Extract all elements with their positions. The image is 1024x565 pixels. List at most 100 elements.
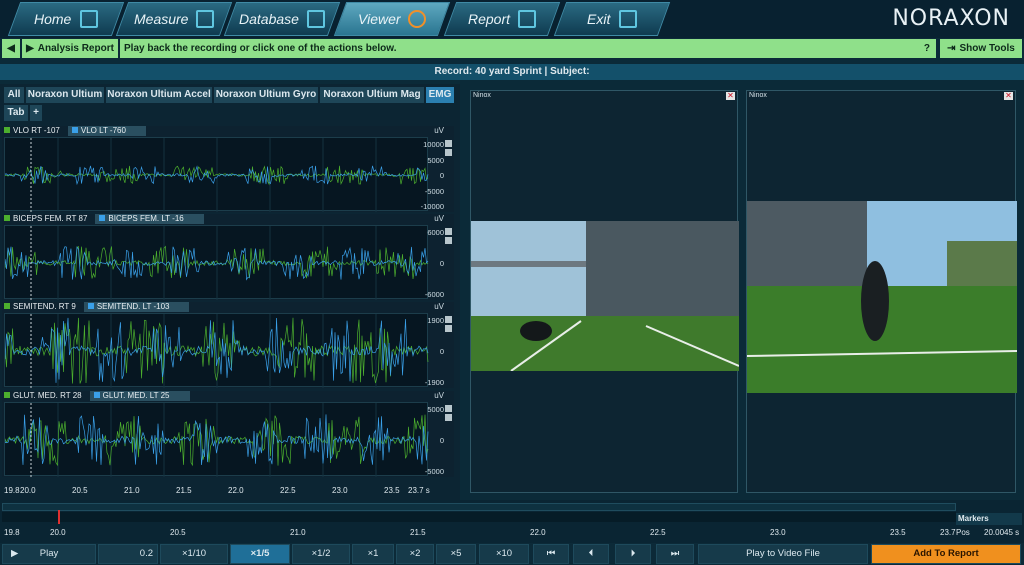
lt-channel-chip: VLO LT -760	[67, 126, 146, 136]
nav-tab-label: Home	[34, 11, 72, 27]
emg-panel: All Noraxon Ultium Noraxon Ultium Accel …	[0, 84, 460, 500]
close-icon[interactable]: ✕	[726, 92, 735, 100]
tab-ultium-accel[interactable]: Noraxon Ultium Accel	[106, 87, 212, 103]
y-tick-label: -6000	[424, 290, 444, 299]
x-tick-label: 21.0	[124, 486, 140, 495]
play-button[interactable]: ▶ Play	[2, 544, 96, 564]
x-tick-label: 23.0	[332, 486, 348, 495]
channel-unit: uV	[434, 126, 444, 135]
rt-color-icon	[4, 127, 10, 133]
zoom-out-icon[interactable]	[445, 237, 452, 244]
timeline-labels: 19.8 20.0 20.5 21.0 21.5 22.0 22.5 23.0 23.5 23.7	[0, 528, 960, 540]
channel-header: VLO RT -107 VLO LT -760	[2, 126, 146, 136]
step-forward-icon: ⏵	[630, 548, 636, 559]
speed-button[interactable]: ×1/5	[230, 544, 290, 564]
lt-channel-chip: GLUT. MED. LT 25	[89, 391, 190, 401]
emg-plot[interactable]	[4, 225, 429, 300]
emg-trace-svg	[5, 226, 429, 300]
action-bar: ◀ ▶ Analysis Report Play back the recordi…	[0, 39, 1024, 59]
step-back-button[interactable]: ⏴	[573, 544, 609, 564]
show-tools-label: Show Tools	[959, 43, 1015, 54]
nav-tab-home[interactable]: Home	[7, 2, 125, 36]
emg-plot[interactable]	[4, 313, 429, 388]
analysis-report-button[interactable]: ▶ Analysis Report	[22, 39, 118, 58]
speed-button[interactable]: ×5	[436, 544, 476, 564]
chevron-left-icon: ◀	[7, 43, 15, 54]
lt-color-icon	[71, 127, 78, 133]
lt-channel-value: 25	[160, 391, 170, 400]
timeline-tick-label: 19.8	[4, 528, 20, 537]
step-back-icon: ⏴	[588, 548, 594, 559]
step-forward-button[interactable]: ⏵	[615, 544, 651, 564]
nav-tab-measure[interactable]: Measure	[115, 2, 233, 36]
zoom-in-icon[interactable]	[445, 228, 452, 235]
nav-tab-exit[interactable]: Exit	[553, 2, 671, 36]
analysis-report-label: Analysis Report	[37, 43, 114, 54]
zoom-out-icon[interactable]	[445, 325, 452, 332]
zoom-out-icon[interactable]	[445, 414, 452, 421]
help-icon[interactable]: ?	[924, 43, 930, 54]
speed-button[interactable]: ×1/2	[292, 544, 350, 564]
rt-color-icon	[4, 392, 10, 398]
emg-plot[interactable]	[4, 402, 429, 477]
x-tick-label: 22.0	[228, 486, 244, 495]
add-to-report-button[interactable]: Add To Report	[871, 544, 1021, 564]
timeline-tick-label: 22.0	[530, 528, 546, 537]
play-icon: ▶	[11, 548, 19, 559]
zoom-in-icon[interactable]	[445, 405, 452, 412]
pos-label: Pos	[956, 528, 970, 537]
lt-channel-chip: SEMITEND. LT -103	[83, 302, 190, 312]
video-panel-1: Ninox ✕	[470, 90, 739, 493]
y-tick-label: -5000	[424, 186, 444, 196]
playhead-marker[interactable]	[58, 510, 60, 524]
channel-unit: uV	[434, 391, 444, 400]
timeline-tick-label: 23.5	[890, 528, 906, 537]
add-tab-button[interactable]: +	[30, 105, 42, 121]
lt-color-icon	[87, 303, 94, 309]
skip-to-start-button[interactable]: ⏮	[533, 544, 569, 564]
zoom-in-icon[interactable]	[445, 316, 452, 323]
skip-to-end-button[interactable]: ⏭	[656, 544, 694, 564]
emg-channel-panel: BICEPS FEM. RT 87 BICEPS FEM. LT -16 uV 600…	[2, 214, 454, 300]
video-title: Ninox	[473, 92, 491, 99]
show-tools-button[interactable]: ⇥ Show Tools	[940, 39, 1022, 58]
top-navigation: Home Measure Database Viewer Report Exit…	[0, 0, 1024, 38]
speed-button[interactable]: ×1	[352, 544, 394, 564]
tab-emg[interactable]: EMG	[426, 87, 454, 103]
nav-tab-label: Database	[239, 11, 299, 27]
instruction-text: Play back the recording or click one of …	[124, 43, 397, 54]
nav-tab-label: Exit	[587, 11, 611, 27]
x-tick-label: 21.5	[176, 486, 192, 495]
zoom-out-icon[interactable]	[445, 149, 452, 156]
y-tick-label: 0	[439, 171, 444, 180]
timeline-track[interactable]	[2, 512, 956, 522]
emg-plot[interactable]	[4, 137, 429, 212]
x-tick-label: 19.8	[4, 486, 20, 495]
timeline-scrollbar[interactable]	[2, 503, 956, 511]
y-tick-label: -1900	[424, 378, 444, 387]
speed-button[interactable]: ×1/10	[160, 544, 228, 564]
collapse-button[interactable]: ◀	[2, 39, 20, 58]
tab-all[interactable]: All	[4, 87, 24, 103]
nav-tab-viewer[interactable]: Viewer	[333, 2, 451, 36]
close-icon[interactable]: ✕	[1004, 92, 1013, 100]
tab-button[interactable]: Tab	[4, 105, 28, 121]
speed-button[interactable]: ×2	[396, 544, 434, 564]
tab-ultium-mag[interactable]: Noraxon Ultium Mag	[320, 87, 424, 103]
timeline-tick-label: 21.0	[290, 528, 306, 537]
play-to-video-button[interactable]: Play to Video File	[698, 544, 868, 564]
database-icon	[306, 10, 325, 28]
timeline[interactable]: 19.8 20.0 20.5 21.0 21.5 22.0 22.5 23.0 23.5 23.7…	[0, 500, 1024, 543]
speed-button[interactable]: ×10	[479, 544, 529, 564]
tab-ultium-gyro[interactable]: Noraxon Ultium Gyro	[214, 87, 318, 103]
nav-tab-label: Report	[467, 11, 511, 27]
y-tick-label: 1900	[427, 316, 444, 325]
nav-tab-report[interactable]: Report	[443, 2, 561, 36]
tab-noraxon-ultium[interactable]: Noraxon Ultium	[26, 87, 104, 103]
x-tick-label: 23.5	[384, 486, 400, 495]
sprint-video-frame-2	[747, 201, 1017, 393]
skip-to-end-icon: ⏭	[670, 548, 680, 559]
zoom-in-icon[interactable]	[445, 140, 452, 147]
lt-color-icon	[99, 215, 106, 221]
nav-tab-database[interactable]: Database	[223, 2, 341, 36]
